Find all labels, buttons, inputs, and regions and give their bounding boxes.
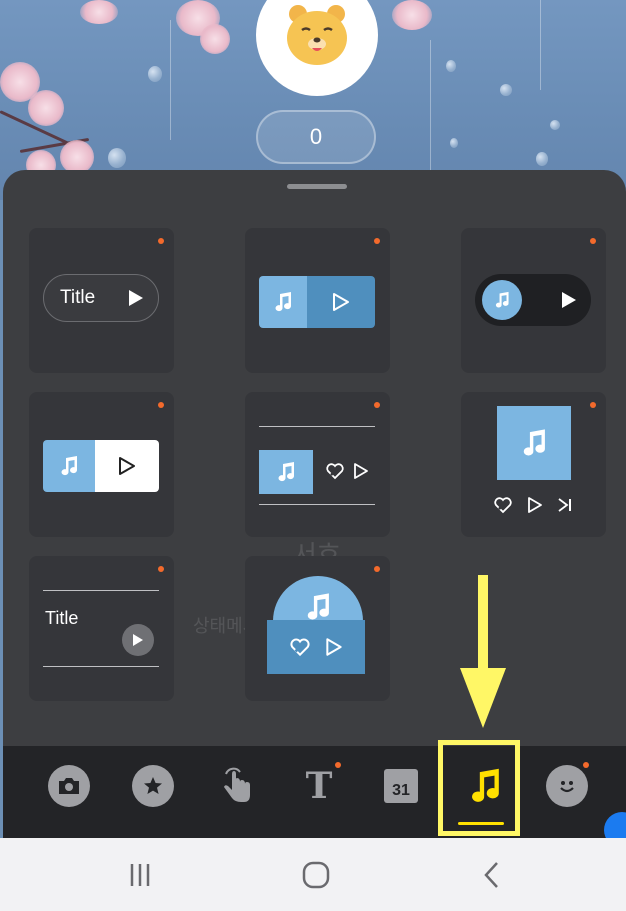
play-button-preview bbox=[122, 624, 154, 656]
calendar-day-label: 31 bbox=[392, 782, 410, 799]
widget-preview: Title bbox=[43, 274, 159, 322]
water-drop bbox=[500, 84, 512, 96]
heart-broken-icon bbox=[290, 638, 310, 657]
divider-line bbox=[259, 504, 375, 505]
new-badge-dot bbox=[374, 566, 380, 572]
back-button[interactable] bbox=[472, 860, 512, 890]
text-icon: T bbox=[305, 765, 333, 807]
back-icon bbox=[484, 862, 498, 888]
music-note-icon bbox=[307, 593, 329, 620]
visit-counter: 0 bbox=[256, 110, 376, 164]
sheet-drag-handle[interactable] bbox=[287, 184, 347, 189]
new-badge-dot bbox=[590, 238, 596, 244]
new-badge-dot bbox=[374, 402, 380, 408]
new-badge-dot bbox=[158, 566, 164, 572]
widget-option-square-album[interactable] bbox=[461, 392, 606, 537]
play-outline-icon bbox=[119, 457, 135, 475]
widget-option-blue-split[interactable] bbox=[245, 228, 390, 373]
toolbar-calendar-button[interactable]: 31 bbox=[377, 762, 425, 810]
toolbar-sticker-button[interactable] bbox=[129, 762, 177, 810]
new-badge-dot bbox=[374, 238, 380, 244]
play-outline-icon bbox=[354, 463, 368, 479]
widget-option-dome-album[interactable] bbox=[245, 556, 390, 701]
widget-preview bbox=[475, 274, 591, 326]
music-note-icon bbox=[278, 462, 295, 482]
new-badge-dot bbox=[590, 402, 596, 408]
touch-hand-icon bbox=[224, 767, 250, 802]
divider-line bbox=[43, 590, 159, 591]
water-drop bbox=[550, 120, 560, 130]
divider-line bbox=[43, 666, 159, 667]
player-controls bbox=[325, 462, 369, 480]
annotation-arrow-shaft bbox=[478, 575, 488, 670]
sticker-icon bbox=[144, 777, 162, 794]
album-art bbox=[259, 450, 313, 494]
system-navigation-bar bbox=[0, 838, 626, 911]
widget-title-label: Title bbox=[45, 608, 79, 628]
player-controls bbox=[267, 620, 365, 674]
widget-option-lined-album[interactable] bbox=[245, 392, 390, 537]
water-drop bbox=[536, 152, 548, 166]
toolbar-touch-button[interactable] bbox=[213, 762, 261, 810]
rain-streak bbox=[430, 40, 431, 180]
rain-streak bbox=[170, 20, 171, 140]
new-badge-dot bbox=[158, 402, 164, 408]
cherry-blossom bbox=[60, 140, 94, 174]
home-button[interactable] bbox=[296, 860, 336, 890]
cherry-blossom bbox=[392, 0, 432, 30]
widget-preview bbox=[43, 440, 159, 492]
skip-next-icon bbox=[558, 498, 571, 512]
widget-option-pill-title[interactable]: Title bbox=[29, 228, 174, 373]
new-badge-dot bbox=[583, 762, 589, 768]
rain-streak bbox=[540, 0, 541, 90]
home-icon bbox=[302, 861, 330, 889]
widget-preview bbox=[259, 276, 375, 328]
toolbar-text-button[interactable]: T bbox=[295, 762, 343, 810]
toolbar-camera-button[interactable] bbox=[45, 762, 93, 810]
water-drop bbox=[450, 138, 458, 148]
music-note-icon bbox=[523, 429, 545, 456]
cherry-blossom bbox=[200, 24, 230, 54]
heart-broken-icon bbox=[326, 463, 344, 480]
player-controls bbox=[493, 496, 573, 514]
toolbar-emoji-button[interactable] bbox=[543, 762, 591, 810]
play-outline-icon bbox=[326, 638, 342, 656]
recent-apps-button[interactable] bbox=[120, 860, 160, 890]
calendar-icon: 31 bbox=[384, 769, 418, 803]
water-drop bbox=[148, 66, 162, 82]
annotation-highlight-box bbox=[438, 740, 520, 836]
music-note-icon bbox=[61, 456, 78, 476]
bear-character-icon bbox=[287, 5, 347, 65]
recent-apps-icon bbox=[130, 864, 150, 886]
music-note-icon bbox=[275, 292, 292, 312]
new-badge-dot bbox=[335, 762, 341, 768]
play-icon bbox=[133, 634, 143, 646]
heart-broken-icon bbox=[494, 497, 512, 514]
water-drop bbox=[446, 60, 456, 72]
editor-toolbar: T 31 bbox=[3, 746, 626, 838]
water-drop bbox=[108, 148, 126, 168]
new-badge-dot bbox=[158, 238, 164, 244]
annotation-arrow-head bbox=[460, 668, 506, 728]
widget-option-lined-title[interactable]: Title bbox=[29, 556, 174, 701]
play-outline-icon bbox=[333, 293, 349, 311]
play-icon bbox=[562, 292, 576, 308]
divider-line bbox=[259, 426, 375, 427]
play-icon bbox=[129, 290, 143, 306]
widget-picker-sheet: 서호 상태메시 Title bbox=[3, 170, 626, 750]
camera-icon bbox=[59, 778, 79, 794]
smiley-icon bbox=[560, 781, 574, 793]
widget-title-label: Title bbox=[60, 287, 96, 308]
play-outline-icon bbox=[528, 497, 542, 513]
widget-option-dark-pill[interactable] bbox=[461, 228, 606, 373]
album-art bbox=[497, 406, 571, 480]
cherry-blossom bbox=[80, 0, 118, 24]
cherry-blossom bbox=[28, 90, 64, 126]
music-note-icon bbox=[495, 291, 509, 308]
widget-option-blue-white-split[interactable] bbox=[29, 392, 174, 537]
